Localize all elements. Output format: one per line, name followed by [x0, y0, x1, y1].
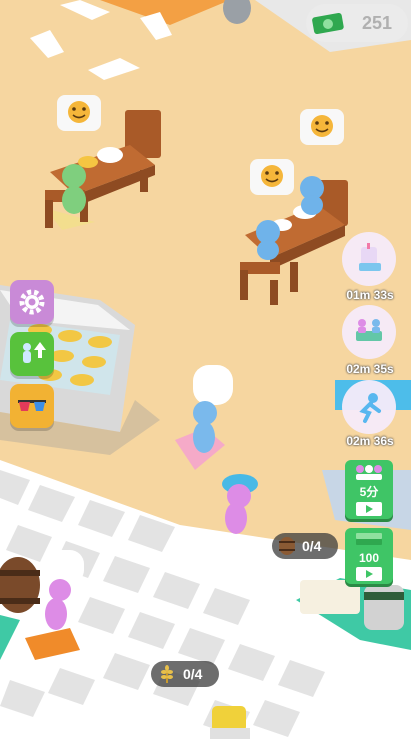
staff-upgrade-button[interactable]: [10, 332, 54, 376]
customers-ad-button[interactable]: 5分: [345, 460, 393, 519]
staff-boost-icon: [356, 319, 382, 341]
money-counter: 251: [306, 4, 408, 42]
milkshake-boost-button[interactable]: [342, 232, 396, 286]
running-boost-button[interactable]: [342, 380, 396, 434]
boost-timer-2: 02m 35s: [346, 362, 394, 376]
boost-timer-3: 02m 36s: [346, 434, 394, 448]
bottom-drink-station: [210, 706, 250, 739]
barrel-counter: 0/4: [272, 533, 338, 559]
video-ad-icon: [356, 567, 382, 581]
wheat-count: 0/4: [183, 666, 203, 682]
milkshake-boost-icon: [359, 243, 381, 271]
video-ad-icon: [356, 502, 382, 516]
cash-ad-button[interactable]: 100: [345, 528, 393, 584]
sunglasses-boost-button[interactable]: [10, 384, 54, 428]
customers-ad-label: 5分: [359, 485, 379, 499]
barrel-count: 0/4: [302, 538, 322, 554]
boost-timer-1: 01m 33s: [346, 288, 394, 302]
cash-stack-icon: [356, 533, 382, 545]
running-boost-icon: [359, 393, 381, 423]
staff-upgrade-icon: [23, 342, 46, 363]
customers-icon: [356, 465, 382, 480]
wheat-counter: 0/4: [151, 661, 219, 687]
money-amount: 251: [361, 12, 393, 33]
staff-boost-button[interactable]: [342, 305, 396, 359]
gear-icon: [19, 289, 45, 315]
sunglasses-icon: [18, 400, 46, 411]
cash-ad-label: 100: [358, 551, 380, 565]
settings-button[interactable]: [10, 280, 54, 324]
cash-icon: [312, 13, 344, 34]
barrel-icon: [279, 537, 295, 555]
wheat-icon: [161, 665, 173, 683]
